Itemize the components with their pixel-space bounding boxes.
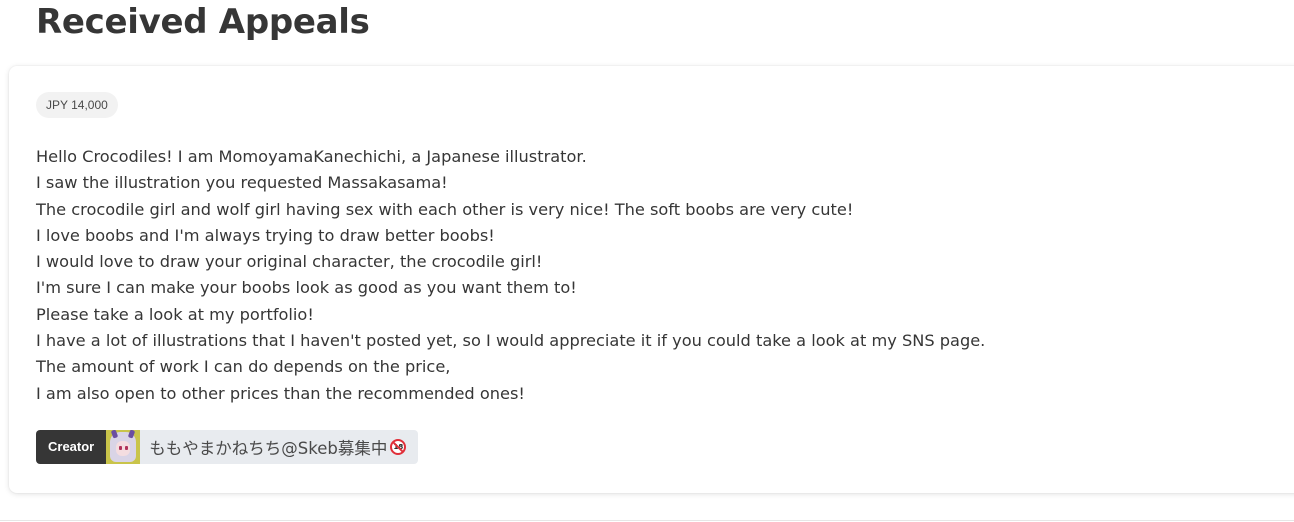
message-line: I have a lot of illustrations that I hav… — [36, 331, 986, 351]
message-line: I love boobs and I'm always trying to dr… — [36, 225, 495, 245]
message-line: The crocodile girl and wolf girl having … — [36, 199, 854, 219]
creator-avatar[interactable] — [106, 430, 141, 464]
message-line: The amount of work I can do depends on t… — [36, 357, 451, 377]
creator-tags: Creator ももやまかねちち@Skeb募集中 18 — [36, 430, 419, 464]
message-line: Please take a look at my portfolio! — [36, 304, 314, 324]
message-line: I would love to draw your original chara… — [36, 252, 543, 272]
creator-profile-link[interactable]: ももやまかねちち@Skeb募集中 18 — [106, 430, 419, 464]
message-line: I saw the illustration you requested Mas… — [36, 173, 448, 193]
r18-icon-text: 18 — [393, 443, 404, 451]
creator-name[interactable]: ももやまかねちち@Skeb募集中 — [149, 435, 387, 459]
message-line: Hello Crocodiles! I am MomoyamaKanechich… — [36, 147, 587, 166]
bottom-divider — [0, 520, 1294, 521]
appeal-message: Hello Crocodiles! I am MomoyamaKanechich… — [36, 144, 1276, 407]
message-line: I'm sure I can make your boobs look as g… — [36, 278, 577, 298]
message-line: I am also open to other prices than the … — [36, 383, 525, 403]
r18-icon: 18 — [390, 439, 407, 455]
appeal-card: JPY 14,000 Hello Crocodiles! I am Momoya… — [9, 66, 1294, 493]
page-title: Received Appeals — [36, 2, 370, 42]
creator-role-tag: Creator — [36, 430, 107, 464]
price-tag: JPY 14,000 — [36, 92, 118, 118]
